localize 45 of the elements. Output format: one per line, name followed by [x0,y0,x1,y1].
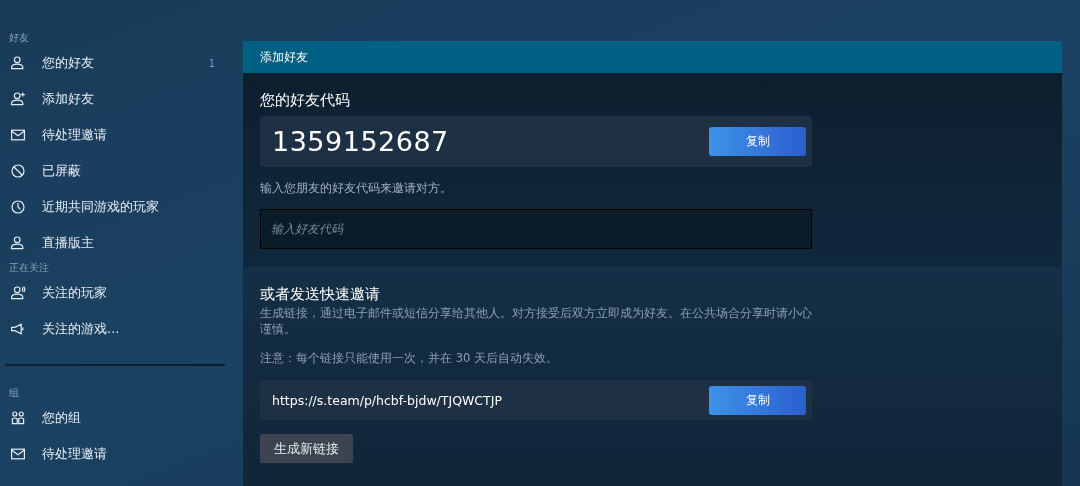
sidebar-item[interactable]: 待处理邀请 [0,436,225,472]
note-text: 注意：每个链接只能使用一次，并在 30 天后自动失效。 [260,351,559,366]
add-person-icon [10,91,26,107]
clock-icon [10,199,26,215]
sidebar-item[interactable]: 直播版主 [0,225,225,261]
envelope-icon [10,127,26,143]
section-heading: 正在关注 [8,261,50,275]
blocked-icon [10,163,26,179]
item-label: 已屏蔽 [42,162,81,180]
friend-code: 1359152687 [272,126,449,157]
hint-text: 输入您朋友的好友代码来邀请对方。 [260,181,453,196]
item-label: 添加好友 [42,90,94,108]
new-link-button[interactable]: 生成新链接 [260,434,353,463]
sidebar-item[interactable]: 近期共同游戏的玩家 [0,189,225,225]
sidebar-item[interactable]: 已屏蔽 [0,153,225,189]
item-label: 待处理邀请 [42,126,107,144]
item-count: 1 [208,57,215,69]
item-label: 待处理邀请 [42,445,107,463]
sidebar-item[interactable]: 添加好友 [0,81,225,117]
sidebar-item[interactable]: 您的组 [0,400,225,436]
sidebar-item[interactable]: 待处理邀请 [0,117,225,153]
friend-code-input[interactable]: 输入好友代码 [260,209,812,249]
section-heading: 好友 [8,31,30,45]
section-heading: 您的好友代码 [260,90,351,111]
item-label: 您的组 [42,409,81,427]
person-icon [10,235,26,251]
sidebar-item[interactable]: 关注的玩家 [0,275,225,311]
copy-button[interactable]: 复制 [709,385,806,415]
panel-title: 添加好友 [243,41,1062,73]
section-heading: 或者发送快速邀请 [260,284,381,305]
person-icon [10,55,26,71]
sidebar-item[interactable]: 关注的游戏... [0,311,225,347]
group-icon [10,410,26,426]
item-label: 您的好友 [42,54,94,72]
item-label: 关注的玩家 [42,284,107,302]
copy-button[interactable]: 复制 [709,127,806,156]
item-label: 直播版主 [42,234,94,252]
person-signal-icon [10,285,26,301]
item-label: 近期共同游戏的玩家 [42,198,159,216]
item-label: 关注的游戏... [42,320,120,338]
section-heading: 组 [8,386,20,400]
envelope-icon [10,446,26,462]
sidebar-item[interactable]: 您的好友 1 [0,45,225,81]
description-text: 生成链接，通过电子邮件或短信分享给其他人。对方接受后双方立即成为好友。在公共场合分享时请小心谨慎。 [260,305,812,337]
megaphone-icon [10,321,26,337]
